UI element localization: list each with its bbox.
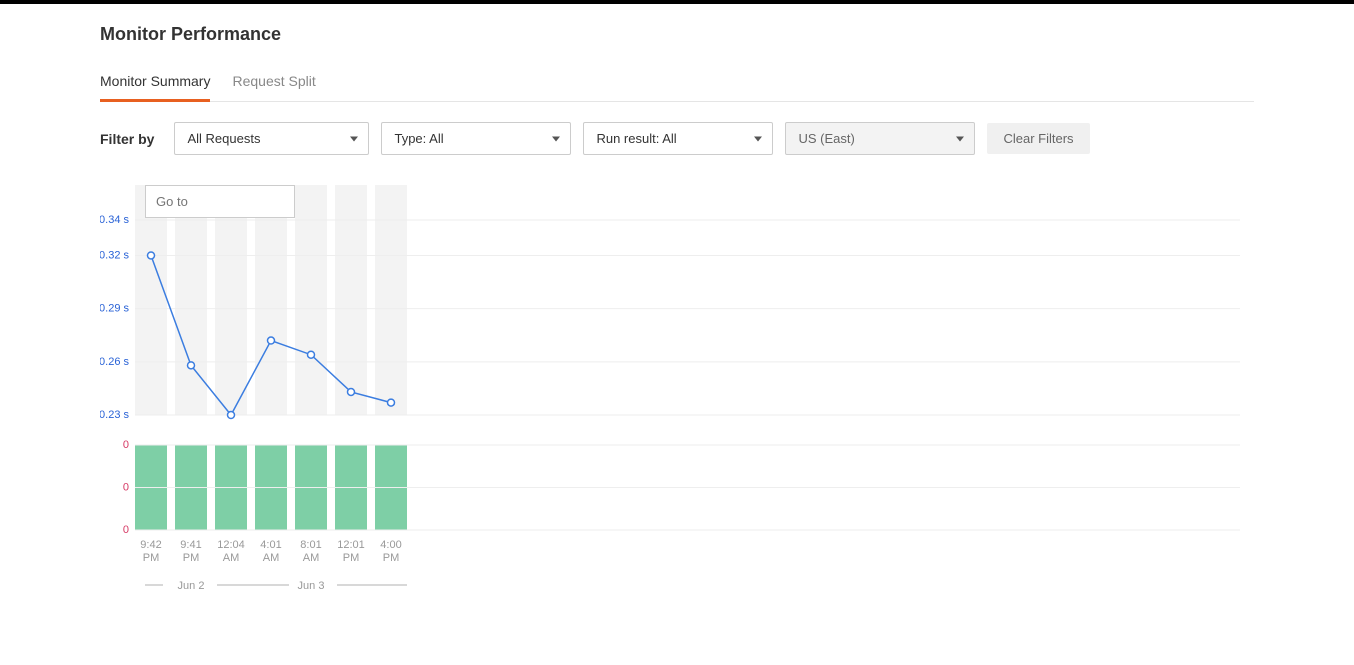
svg-text:12:01: 12:01 [337, 539, 365, 551]
tab-monitor-summary[interactable]: Monitor Summary [100, 73, 210, 102]
svg-text:Jun 3: Jun 3 [298, 580, 325, 592]
svg-text:8:01: 8:01 [300, 539, 321, 551]
svg-text:0.26 s: 0.26 s [100, 356, 129, 368]
filter-row: Filter by All Requests Type: All Run res… [100, 122, 1254, 155]
goto-input[interactable] [145, 185, 295, 218]
chart-area: 0.34 s0.32 s0.29 s0.26 s0.23 s0009:42PM9… [100, 185, 1240, 645]
select-run-result[interactable]: Run result: All [583, 122, 773, 155]
performance-chart: 0.34 s0.32 s0.29 s0.26 s0.23 s0009:42PM9… [100, 185, 1240, 645]
select-type[interactable]: Type: All [381, 122, 571, 155]
svg-text:9:41: 9:41 [180, 539, 201, 551]
svg-text:4:01: 4:01 [260, 539, 281, 551]
svg-text:AM: AM [223, 552, 240, 564]
select-requests[interactable]: All Requests [174, 122, 369, 155]
tabs: Monitor Summary Request Split [100, 73, 1254, 102]
select-region[interactable]: US (East) [785, 122, 975, 155]
svg-text:PM: PM [143, 552, 160, 564]
svg-text:PM: PM [183, 552, 200, 564]
svg-text:PM: PM [343, 552, 360, 564]
main-container: Monitor Performance Monitor Summary Requ… [0, 4, 1354, 665]
tab-request-split[interactable]: Request Split [232, 73, 315, 101]
svg-text:AM: AM [303, 552, 320, 564]
select-region-value: US (East) [798, 131, 854, 146]
svg-text:AM: AM [263, 552, 280, 564]
select-run-result-value: Run result: All [596, 131, 676, 146]
clear-filters-button[interactable]: Clear Filters [987, 123, 1089, 154]
svg-text:0.29 s: 0.29 s [100, 303, 129, 315]
svg-text:0.34 s: 0.34 s [100, 214, 129, 226]
svg-text:0.23 s: 0.23 s [100, 409, 129, 421]
svg-text:4:00: 4:00 [380, 539, 401, 551]
select-requests-value: All Requests [187, 131, 260, 146]
select-type-value: Type: All [394, 131, 443, 146]
filter-label: Filter by [100, 131, 154, 147]
svg-text:0: 0 [123, 482, 129, 494]
svg-text:9:42: 9:42 [140, 539, 161, 551]
svg-text:0: 0 [123, 439, 129, 451]
svg-text:PM: PM [383, 552, 400, 564]
svg-text:Jun 2: Jun 2 [178, 580, 205, 592]
svg-text:0: 0 [123, 524, 129, 536]
svg-text:12:04: 12:04 [217, 539, 245, 551]
page-title: Monitor Performance [100, 24, 1254, 45]
svg-text:0.32 s: 0.32 s [100, 249, 129, 261]
